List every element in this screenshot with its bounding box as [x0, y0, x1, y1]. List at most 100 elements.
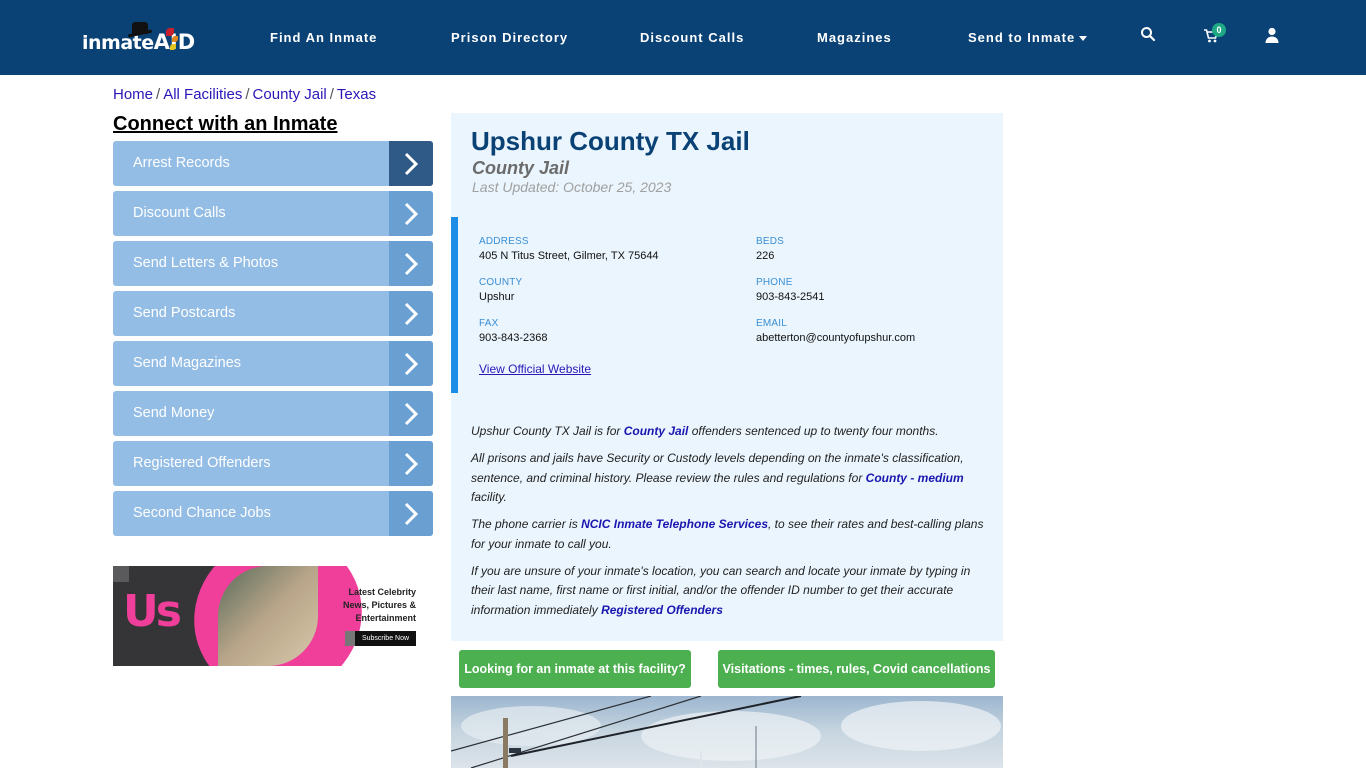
sidebar-item-label: Send Money — [133, 405, 215, 421]
sidebar-item-label: Send Magazines — [133, 355, 242, 371]
sidebar-item-label: Send Letters & Photos — [133, 255, 279, 271]
us-weekly-ad-banner[interactable]: Us Latest Celebrity News, Pictures & Ent… — [113, 566, 433, 666]
sidebar-title: Connect with an Inmate — [113, 113, 338, 135]
description-paragraph: All prisons and jails have Security or C… — [471, 449, 991, 508]
ad-brand-logo: Us — [123, 586, 182, 637]
field-phone: PHONE 903-843-2541 — [756, 277, 825, 303]
sidebar-menu: Arrest Records Discount Calls Send Lette… — [113, 141, 433, 541]
ad-photo — [218, 566, 318, 666]
sidebar-item-label: Discount Calls — [133, 205, 226, 221]
field-label: BEDS — [756, 236, 785, 247]
find-inmate-button[interactable]: Looking for an inmate at this facility? — [459, 650, 691, 688]
text: offenders sentenced up to twenty four mo… — [688, 424, 939, 438]
ad-headline: Latest Celebrity News, Pictures & Entert… — [326, 586, 416, 625]
chevron-right-icon — [389, 291, 433, 336]
ad-subscribe-button[interactable]: Subscribe Now — [345, 631, 416, 646]
ad-headline-line: Latest Celebrity — [348, 587, 416, 597]
sidebar-item-arrest-records[interactable]: Arrest Records — [113, 141, 433, 186]
field-county: COUNTY Upshur — [479, 277, 522, 303]
breadcrumb-separator: / — [329, 86, 334, 103]
description-paragraph: Upshur County TX Jail is for County Jail… — [471, 422, 991, 442]
chevron-right-icon — [389, 441, 433, 486]
facility-card: Upshur County TX Jail County Jail Last U… — [451, 113, 1003, 641]
sidebar-item-send-magazines[interactable]: Send Magazines — [113, 341, 433, 386]
chevron-right-icon — [389, 491, 433, 536]
field-value: Upshur — [479, 291, 515, 303]
security-level-link[interactable]: County - medium — [866, 471, 964, 485]
sidebar-item-label: Registered Offenders — [133, 455, 271, 471]
leaf-icon — [166, 28, 174, 36]
field-value: 903-843-2368 — [479, 332, 548, 344]
ad-headline-line: Entertainment — [355, 613, 416, 623]
breadcrumb: Home / All Facilities / County Jail / Texas — [113, 86, 376, 103]
breadcrumb-home[interactable]: Home — [113, 86, 153, 103]
ad-corner-square — [113, 566, 129, 582]
visitations-button[interactable]: Visitations - times, rules, Covid cancel… — [718, 650, 995, 688]
chevron-right-icon — [389, 391, 433, 436]
site-header: inmate AID Find An Inmate Prison Director… — [0, 0, 1366, 75]
sidebar-item-send-money[interactable]: Send Money — [113, 391, 433, 436]
sidebar-item-send-letters-photos[interactable]: Send Letters & Photos — [113, 241, 433, 286]
sidebar-item-label: Second Chance Jobs — [133, 505, 271, 521]
registered-offenders-link[interactable]: Registered Offenders — [601, 603, 723, 617]
nav-find-inmate[interactable]: Find An Inmate — [270, 30, 377, 45]
chevron-right-icon — [389, 141, 433, 186]
breadcrumb-separator: / — [245, 86, 250, 103]
facility-info-box: ADDRESS 405 N Titus Street, Gilmer, TX 7… — [451, 217, 1003, 393]
nav-discount-calls[interactable]: Discount Calls — [640, 30, 744, 45]
sidebar-item-registered-offenders[interactable]: Registered Offenders — [113, 441, 433, 486]
facility-photo — [451, 696, 1003, 768]
breadcrumb-texas[interactable]: Texas — [337, 86, 376, 103]
ad-headline-line: News, Pictures & — [342, 600, 416, 610]
field-address: ADDRESS 405 N Titus Street, Gilmer, TX 7… — [479, 236, 659, 262]
facility-title: Upshur County TX Jail — [471, 126, 750, 156]
sidebar-item-discount-calls[interactable]: Discount Calls — [113, 191, 433, 236]
sidebar-item-label: Send Postcards — [133, 305, 236, 321]
sidebar-item-send-postcards[interactable]: Send Postcards — [113, 291, 433, 336]
field-label: FAX — [479, 318, 499, 329]
nav-magazines[interactable]: Magazines — [817, 30, 892, 45]
text: The phone carrier is — [471, 517, 582, 531]
logo-text: inmate — [82, 32, 154, 54]
field-value: 903-843-2541 — [756, 291, 825, 303]
field-label: COUNTY — [479, 277, 523, 288]
sidebar-item-second-chance-jobs[interactable]: Second Chance Jobs — [113, 491, 433, 536]
facility-photo-scene — [451, 696, 1001, 768]
search-icon[interactable] — [1140, 26, 1160, 46]
nav-send-to-inmate-label: Send to Inmate — [968, 30, 1076, 45]
nav-prison-directory[interactable]: Prison Directory — [451, 30, 568, 45]
breadcrumb-all-facilities[interactable]: All Facilities — [163, 86, 242, 103]
county-jail-link[interactable]: County Jail — [624, 424, 689, 438]
chevron-right-icon — [389, 191, 433, 236]
field-label: PHONE — [756, 277, 793, 288]
sidebar-item-label: Arrest Records — [133, 155, 230, 171]
cart-count-badge: 0 — [1212, 23, 1226, 37]
breadcrumb-separator: / — [156, 86, 161, 103]
chevron-right-icon — [389, 241, 433, 286]
field-value: abetterton@countyofupshur.com — [756, 332, 916, 344]
field-label: ADDRESS — [479, 236, 529, 247]
facility-description: Upshur County TX Jail is for County Jail… — [471, 422, 991, 628]
nav-send-to-inmate[interactable]: Send to Inmate — [968, 30, 1088, 45]
field-value: 226 — [756, 250, 775, 262]
field-beds: BEDS 226 — [756, 236, 784, 262]
logo-aid: AID — [153, 30, 196, 54]
user-icon[interactable] — [1265, 27, 1285, 47]
official-website-link[interactable]: View Official Website — [479, 362, 591, 376]
caret-down-icon — [1079, 36, 1088, 42]
leaf-icon — [170, 44, 176, 50]
description-paragraph: The phone carrier is NCIC Inmate Telepho… — [471, 515, 991, 554]
breadcrumb-county-jail[interactable]: County Jail — [253, 86, 327, 103]
phone-carrier-link[interactable]: NCIC Inmate Telephone Services — [581, 517, 768, 531]
last-updated: Last Updated: October 25, 2023 — [472, 179, 672, 195]
field-email: EMAIL abetterton@countyofupshur.com — [756, 318, 915, 344]
field-value: 405 N Titus Street, Gilmer, TX 75644 — [479, 250, 659, 262]
leaf-icon — [172, 36, 178, 42]
description-paragraph: If you are unsure of your inmate's locat… — [471, 562, 991, 621]
text: facility. — [471, 490, 507, 504]
field-label: EMAIL — [756, 318, 788, 329]
text: Upshur County TX Jail is for — [471, 424, 624, 438]
facility-type: County Jail — [472, 158, 570, 178]
field-fax: FAX 903-843-2368 — [479, 318, 548, 344]
chevron-right-icon — [389, 341, 433, 386]
